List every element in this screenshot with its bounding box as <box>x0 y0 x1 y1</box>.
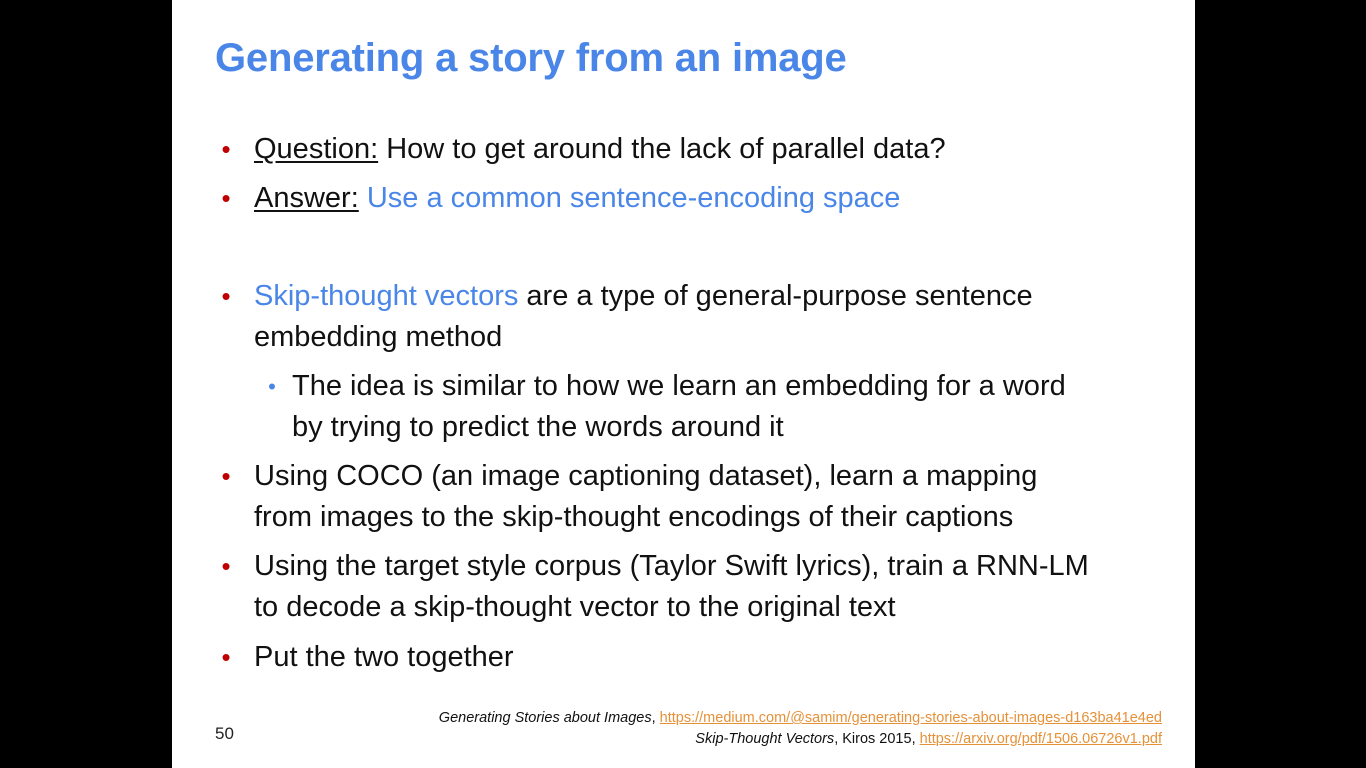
reference-link[interactable]: https://medium.com/@samim/generating-sto… <box>660 710 1162 726</box>
reference-sep: , <box>651 710 660 726</box>
bullet-dot-icon: • <box>221 281 231 311</box>
bullet-target-style: • Using the target style corpus (Taylor … <box>221 546 1174 628</box>
bullet-question: • Question: How to get around the lack o… <box>221 129 1174 170</box>
sub-bullet-idea: • The idea is similar to how we learn an… <box>268 366 1172 448</box>
bullet-label: Question: <box>254 133 379 165</box>
reference-1: Generating Stories about Images, https:/… <box>439 708 1162 729</box>
bullet-dot-icon: • <box>221 551 231 581</box>
bullet-dot-icon: • <box>221 183 231 213</box>
bullet-text: Using the target style corpus (Taylor Sw… <box>254 550 1089 582</box>
bullet-text: are a type of general-purpose sentence <box>518 280 1033 312</box>
bullet-put-together: • Put the two together <box>221 637 1174 678</box>
bullet-coco: • Using COCO (an image captioning datase… <box>221 456 1174 538</box>
reference-2: Skip-Thought Vectors, Kiros 2015, https:… <box>439 729 1162 750</box>
bullet-dot-icon: • <box>221 642 231 672</box>
slide: Generating a story from an image • Quest… <box>172 0 1195 768</box>
bullet-text-line2: by trying to predict the words around it <box>292 411 784 443</box>
reference-title: Skip-Thought Vectors <box>695 731 835 747</box>
bullet-text: The idea is similar to how we learn an e… <box>292 370 1066 402</box>
bullet-text: Using COCO (an image captioning dataset)… <box>254 460 1038 492</box>
bullet-text: Put the two together <box>254 641 514 673</box>
bullet-answer: • Answer: Use a common sentence-encoding… <box>221 178 1174 219</box>
bullet-highlight: Skip-thought vectors <box>254 280 519 312</box>
bullet-label: Answer: <box>254 182 359 214</box>
reference-title: Generating Stories about Images <box>438 710 652 726</box>
reference-sep: , Kiros 2015, <box>834 731 920 747</box>
bullet-text-line2: to decode a skip-thought vector to the o… <box>254 591 896 623</box>
bullet-dot-icon: • <box>221 461 231 491</box>
bullet-highlight: Use a common sentence-encoding space <box>366 182 901 214</box>
bullet-text-line2: embedding method <box>254 321 503 353</box>
bullet-text <box>359 182 367 214</box>
reference-link[interactable]: https://arxiv.org/pdf/1506.06726v1.pdf <box>920 731 1162 747</box>
sub-bullet-dot-icon: • <box>268 374 276 399</box>
bullet-skip-thought: • Skip-thought vectors are a type of gen… <box>221 276 1174 358</box>
bullet-text: How to get around the lack of parallel d… <box>378 133 946 165</box>
slide-title: Generating a story from an image <box>215 36 847 80</box>
page-number: 50 <box>215 724 234 743</box>
bullet-text-line2: from images to the skip-thought encoding… <box>254 501 1014 533</box>
bullet-dot-icon: • <box>221 134 231 164</box>
references: Generating Stories about Images, https:/… <box>439 708 1162 750</box>
